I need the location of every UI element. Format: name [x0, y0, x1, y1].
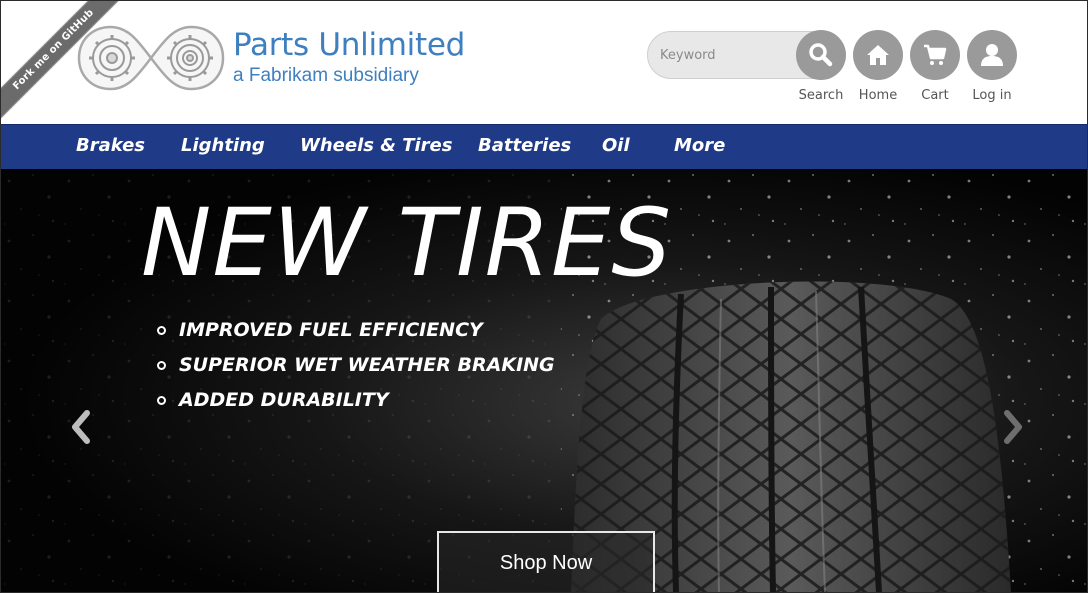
- list-item: ADDED DURABILITY: [157, 387, 555, 422]
- nav-item-batteries[interactable]: Batteries: [478, 135, 571, 156]
- hero-feature-list: IMPROVED FUEL EFFICIENCY SUPERIOR WET WE…: [157, 317, 555, 422]
- carousel-prev-button[interactable]: [67, 407, 97, 447]
- login-button[interactable]: [967, 30, 1017, 80]
- magnifier-icon: [809, 43, 833, 67]
- carousel-next-button[interactable]: [997, 407, 1027, 447]
- github-ribbon-container: Fork me on GitHub: [1, 1, 131, 131]
- fork-on-github-ribbon[interactable]: Fork me on GitHub: [1, 1, 129, 125]
- home-button[interactable]: [853, 30, 903, 80]
- feature-text: SUPERIOR WET WEATHER BRAKING: [179, 354, 555, 376]
- nav-item-more[interactable]: More: [674, 135, 725, 156]
- chevron-right-icon: [1004, 410, 1022, 444]
- brand-subtitle: a Fabrikam subsidiary: [233, 65, 419, 86]
- cart-icon: [924, 44, 947, 65]
- bullet-icon: [157, 361, 166, 370]
- feature-text: ADDED DURABILITY: [179, 389, 389, 411]
- search-button[interactable]: [796, 30, 846, 80]
- search-input[interactable]: [660, 44, 790, 66]
- list-item: IMPROVED FUEL EFFICIENCY: [157, 317, 555, 352]
- nav-item-oil[interactable]: Oil: [602, 135, 630, 156]
- brand-title[interactable]: Parts Unlimited: [233, 27, 465, 63]
- feature-text: IMPROVED FUEL EFFICIENCY: [179, 319, 483, 341]
- nav-item-lighting[interactable]: Lighting: [181, 135, 265, 156]
- nav-item-wheels-tires[interactable]: Wheels & Tires: [300, 135, 452, 156]
- cart-button[interactable]: [910, 30, 960, 80]
- bullet-icon: [157, 326, 166, 335]
- nav-item-brakes[interactable]: Brakes: [76, 135, 145, 156]
- house-icon: [867, 45, 889, 65]
- hero-carousel: NEW TIRES IMPROVED FUEL EFFICIENCY SUPER…: [1, 169, 1087, 592]
- hero-title: NEW TIRES: [141, 189, 673, 298]
- shop-now-button[interactable]: Shop Now: [437, 531, 655, 592]
- bullet-icon: [157, 396, 166, 405]
- site-header: Fork me on GitHub Parts Unlimited a Fabr…: [1, 1, 1087, 125]
- page-frame: Fork me on GitHub Parts Unlimited a Fabr…: [0, 0, 1088, 593]
- login-caption[interactable]: Log in: [957, 88, 1027, 103]
- user-icon: [981, 44, 1003, 66]
- chevron-left-icon: [72, 410, 90, 444]
- list-item: SUPERIOR WET WEATHER BRAKING: [157, 352, 555, 387]
- category-nav: Brakes Lighting Wheels & Tires Batteries…: [1, 124, 1087, 169]
